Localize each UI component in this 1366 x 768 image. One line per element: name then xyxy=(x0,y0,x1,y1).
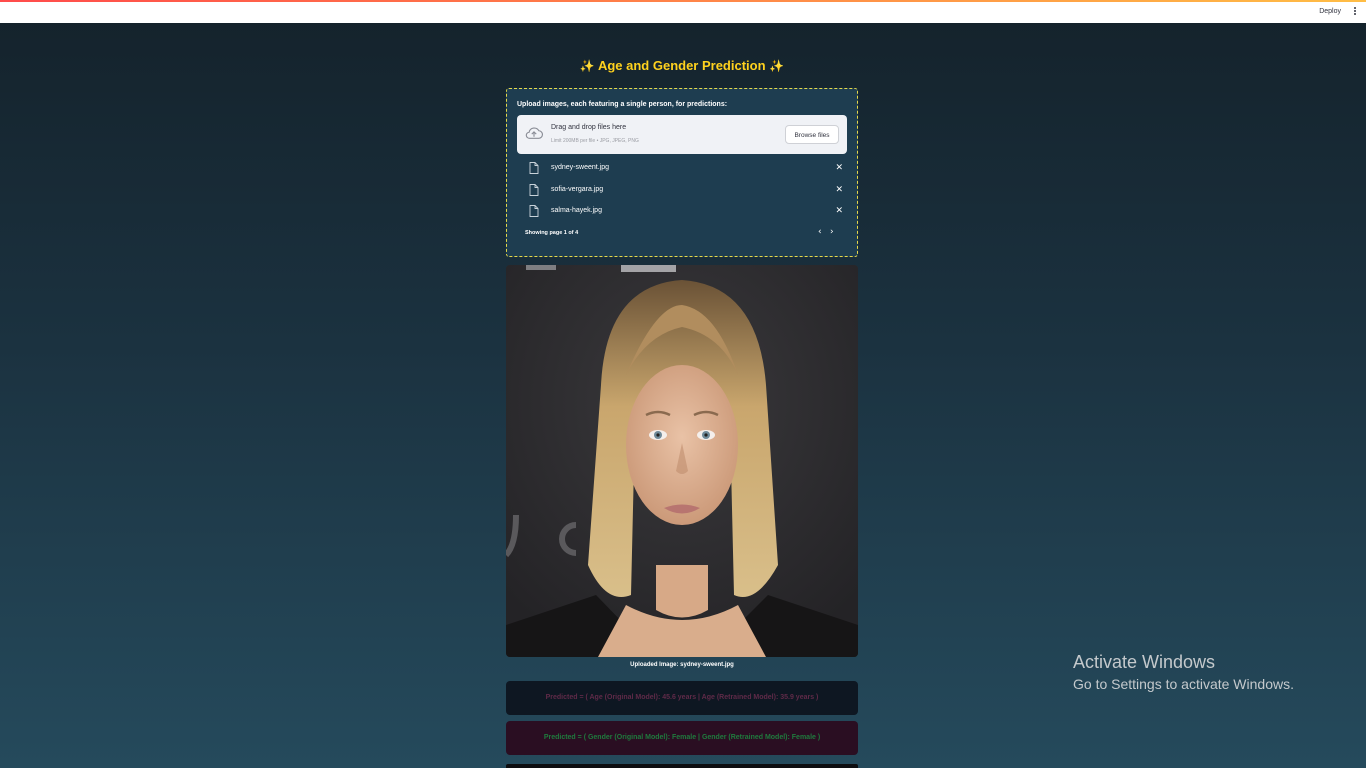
chevron-left-icon[interactable]: ‹ xyxy=(818,227,822,237)
uploaded-file-row: salma-hayek.jpg ✕ xyxy=(527,205,843,219)
app-header: Deploy xyxy=(0,0,1366,23)
dropzone-limit: Limit 200MB per file • JPG, JPEG, PNG xyxy=(551,138,639,144)
chevron-right-icon[interactable]: › xyxy=(830,227,834,237)
page-title: ✨ Age and Gender Prediction ✨ xyxy=(506,58,858,73)
remove-file-icon[interactable]: ✕ xyxy=(835,163,843,173)
remove-file-icon[interactable]: ✕ xyxy=(835,185,843,195)
uploader-label: Upload images, each featuring a single p… xyxy=(517,101,728,108)
cloud-upload-icon xyxy=(525,127,543,139)
sparkles-icon: ✨ xyxy=(579,59,595,73)
windows-activation-watermark: Activate Windows Go to Settings to activ… xyxy=(1073,652,1294,692)
sparkles-icon: ✨ xyxy=(769,59,785,73)
deploy-button[interactable]: Deploy xyxy=(1319,8,1341,15)
file-name: sofia-vergara.jpg xyxy=(551,186,604,193)
pagination-status: Showing page 1 of 4 xyxy=(525,230,579,236)
next-image-preview xyxy=(506,764,858,768)
watermark-title: Activate Windows xyxy=(1073,652,1216,672)
file-name: salma-hayek.jpg xyxy=(551,207,602,214)
file-icon xyxy=(529,205,539,217)
uploaded-file-row: sofia-vergara.jpg ✕ xyxy=(527,184,843,198)
uploaded-file-row: sydney-sweent.jpg ✕ xyxy=(527,162,843,176)
file-icon xyxy=(529,184,539,196)
file-uploader: Upload images, each featuring a single p… xyxy=(506,88,858,257)
age-prediction: Predicted = ( Age (Original Model): 45.6… xyxy=(506,681,858,715)
watermark-subtitle: Go to Settings to activate Windows. xyxy=(1073,676,1294,692)
page-title-text: Age and Gender Prediction xyxy=(597,58,766,73)
file-name: sydney-sweent.jpg xyxy=(551,164,609,171)
main-menu-icon[interactable] xyxy=(1353,7,1357,17)
remove-file-icon[interactable]: ✕ xyxy=(835,206,843,216)
image-caption: Uploaded Image: sydney-sweent.jpg xyxy=(630,662,734,668)
uploaded-image xyxy=(506,265,858,657)
dropzone-title: Drag and drop files here xyxy=(551,124,627,131)
file-icon xyxy=(529,162,539,174)
dropzone[interactable]: Drag and drop files here Limit 200MB per… xyxy=(517,115,847,154)
portrait-photo xyxy=(506,265,858,657)
browse-files-button[interactable]: Browse files xyxy=(785,125,839,144)
gender-prediction: Predicted = ( Gender (Original Model): F… xyxy=(506,721,858,755)
